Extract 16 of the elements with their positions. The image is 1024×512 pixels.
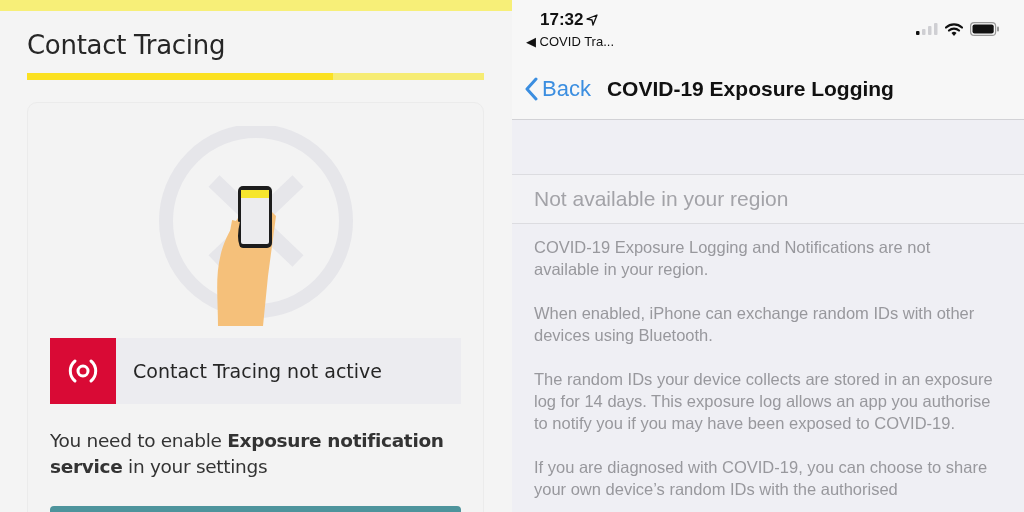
wifi-icon	[945, 22, 963, 36]
instruction-text: You need to enable Exposure notification service in your settings	[50, 429, 445, 479]
status-label: Contact Tracing not active	[133, 360, 382, 382]
info-paragraph: If you are diagnosed with COVID-19, you can choose to share your own device’s random IDs with the authorised	[534, 457, 989, 500]
info-paragraph: The random IDs your device collects are stored in an exposure log for 14 days. This exposure log allows an app you authorise to notify you if you may have been exposed to COVID-19.	[534, 369, 994, 434]
info-paragraph: When enabled, iPhone can exchange random IDs with other devices using Bluetooth.	[534, 303, 976, 346]
info-paragraph: COVID-19 Exposure Logging and Notifications are not available in your region.	[534, 237, 932, 280]
return-to-app-link[interactable]: ◀ COVID Tra...	[526, 34, 614, 49]
screen-title: COVID-19 Exposure Logging	[606, 76, 894, 101]
location-arrow-icon	[586, 14, 599, 26]
page-title: Contact Tracing	[27, 29, 227, 61]
battery-icon	[970, 22, 1000, 36]
availability-cell: Not available in your region	[512, 174, 1024, 224]
clock-time: 17:32	[540, 10, 584, 30]
chevron-left-icon	[524, 76, 538, 101]
signal-icon	[916, 23, 938, 35]
